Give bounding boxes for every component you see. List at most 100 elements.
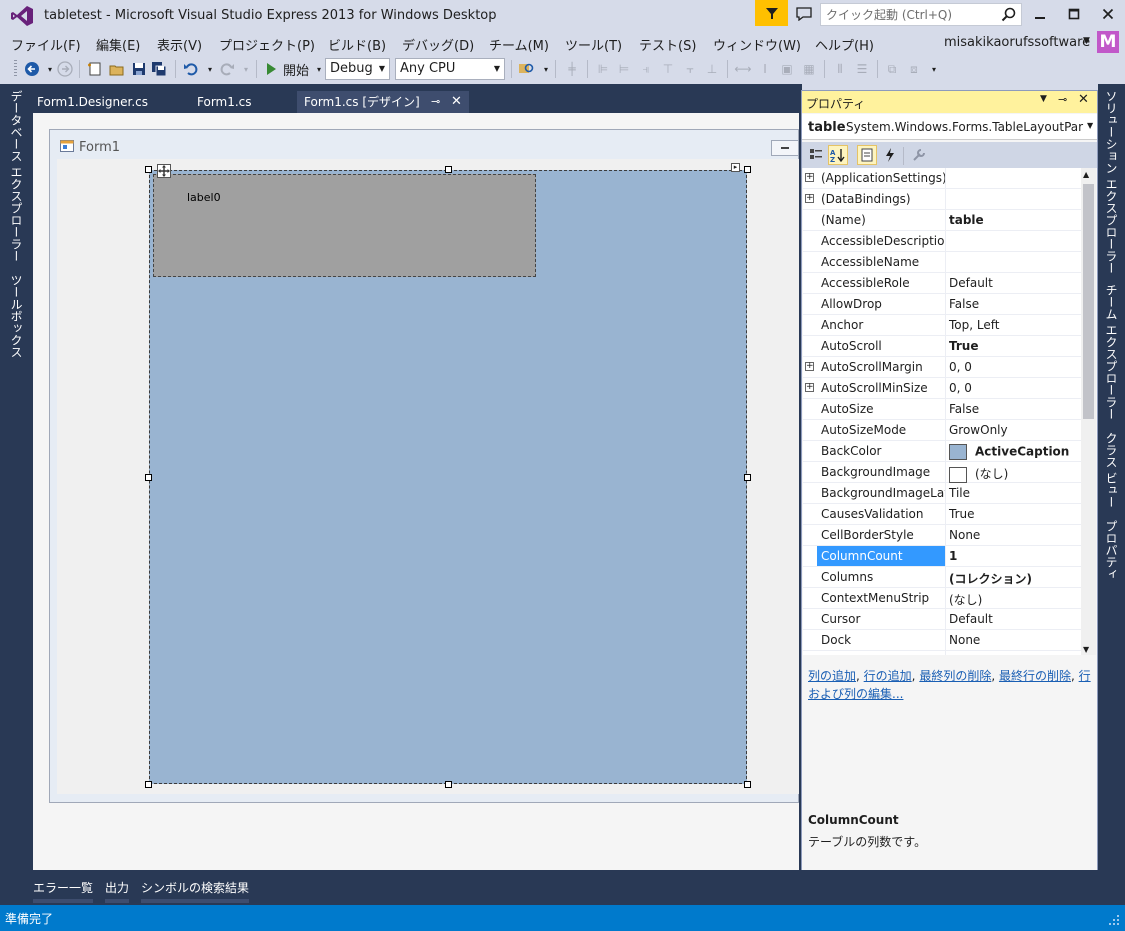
redo-icon[interactable] bbox=[218, 60, 236, 78]
resize-handle[interactable] bbox=[145, 474, 152, 481]
property-value[interactable]: False bbox=[949, 297, 979, 311]
undo-icon[interactable] bbox=[182, 60, 200, 78]
maximize-button[interactable] bbox=[1057, 0, 1091, 28]
property-name[interactable]: AccessibleDescription bbox=[821, 234, 945, 248]
property-value[interactable]: Tile bbox=[949, 486, 970, 500]
property-row[interactable]: AutoSizeMode GrowOnly bbox=[803, 420, 1081, 441]
tab-database-explorer[interactable]: データベース エクスプローラー bbox=[8, 90, 25, 262]
property-name[interactable]: AutoSizeMode bbox=[821, 423, 945, 437]
resize-handle[interactable] bbox=[445, 781, 452, 788]
menu-edit[interactable]: 編集(E) bbox=[96, 35, 140, 54]
property-row[interactable]: ColumnCount 1 bbox=[803, 546, 1081, 567]
property-value[interactable]: GrowOnly bbox=[949, 423, 1008, 437]
property-name[interactable]: CausesValidation bbox=[821, 507, 945, 521]
make-same-width-icon[interactable]: ⟷ bbox=[734, 60, 752, 78]
label-control[interactable]: label0 bbox=[187, 191, 221, 204]
property-name[interactable]: AutoScrollMinSize bbox=[821, 381, 945, 395]
align-lefts-icon[interactable]: ⊫ bbox=[594, 60, 612, 78]
send-to-back-icon[interactable]: ⧈ bbox=[905, 60, 923, 78]
size-to-grid-icon[interactable]: ▦ bbox=[800, 60, 818, 78]
menu-view[interactable]: 表示(V) bbox=[157, 35, 202, 54]
chevron-down-icon[interactable]: ▼ bbox=[1040, 94, 1047, 104]
property-name[interactable]: (ApplicationSettings) bbox=[821, 171, 945, 185]
save-all-icon[interactable] bbox=[150, 60, 168, 78]
tab-class-view[interactable]: クラス ビュー bbox=[1103, 432, 1120, 508]
property-row[interactable]: Cursor Default bbox=[803, 609, 1081, 630]
align-bottoms-icon[interactable]: ⊥ bbox=[703, 60, 721, 78]
property-row[interactable]: + AutoScrollMinSize 0, 0 bbox=[803, 378, 1081, 399]
categorized-icon[interactable] bbox=[806, 145, 826, 165]
resize-handle[interactable] bbox=[744, 474, 751, 481]
make-same-height-icon[interactable]: I bbox=[756, 60, 774, 78]
navigate-back-icon[interactable] bbox=[23, 60, 41, 78]
property-value[interactable]: ActiveCaption bbox=[949, 444, 1069, 460]
property-row[interactable]: Enabled True bbox=[803, 651, 1081, 655]
property-row[interactable]: AccessibleRole Default bbox=[803, 273, 1081, 294]
toolbar-overflow-icon[interactable]: ▾ bbox=[925, 60, 943, 78]
notifications-button[interactable] bbox=[755, 0, 788, 26]
scroll-up-icon[interactable]: ▲ bbox=[1083, 170, 1089, 179]
property-value[interactable]: 0, 0 bbox=[949, 360, 972, 374]
property-value[interactable]: (コレクション) bbox=[949, 570, 1032, 587]
property-row[interactable]: + (DataBindings) bbox=[803, 189, 1081, 210]
property-value[interactable]: (なし) bbox=[949, 465, 1008, 483]
property-row[interactable]: Columns (コレクション) bbox=[803, 567, 1081, 588]
property-name[interactable]: Cursor bbox=[821, 612, 945, 626]
add-column-link[interactable]: 列の追加 bbox=[808, 669, 856, 683]
minimize-button[interactable] bbox=[1023, 0, 1057, 28]
tab-toolbox[interactable]: ツールボックス bbox=[8, 274, 25, 358]
property-value[interactable]: Top, Left bbox=[949, 318, 999, 332]
smart-tag-icon[interactable]: ▸ bbox=[731, 163, 740, 172]
property-row[interactable]: AutoScroll True bbox=[803, 336, 1081, 357]
remove-last-row-link[interactable]: 最終行の削除 bbox=[999, 669, 1071, 683]
property-name[interactable]: CellBorderStyle bbox=[821, 528, 945, 542]
menu-test[interactable]: テスト(S) bbox=[639, 35, 696, 54]
property-name[interactable]: Columns bbox=[821, 570, 945, 584]
form-minimize-button[interactable] bbox=[771, 140, 799, 156]
align-to-grid-icon[interactable]: ╪ bbox=[563, 60, 581, 78]
quick-launch-box[interactable] bbox=[820, 3, 1022, 26]
property-row[interactable]: (Name) table bbox=[803, 210, 1081, 231]
property-row[interactable]: BackgroundImage (なし) bbox=[803, 462, 1081, 483]
close-window-button[interactable] bbox=[1091, 0, 1125, 28]
property-value[interactable]: 1 bbox=[949, 549, 957, 563]
property-name[interactable]: AccessibleName bbox=[821, 255, 945, 269]
property-row[interactable]: Anchor Top, Left bbox=[803, 315, 1081, 336]
property-value[interactable]: None bbox=[949, 633, 980, 647]
expand-icon[interactable]: + bbox=[805, 194, 814, 203]
property-value[interactable]: Default bbox=[949, 612, 993, 626]
property-row[interactable]: AllowDrop False bbox=[803, 294, 1081, 315]
start-button[interactable]: 開始 bbox=[283, 60, 309, 79]
property-row[interactable]: AccessibleName bbox=[803, 252, 1081, 273]
tab-solution-explorer[interactable]: ソリューション エクスプローラー bbox=[1103, 90, 1120, 274]
vertical-spacing-icon[interactable]: ☰ bbox=[853, 60, 871, 78]
start-play-icon[interactable] bbox=[262, 60, 280, 78]
property-pages-wrench-icon[interactable] bbox=[909, 145, 929, 165]
add-row-link[interactable]: 行の追加 bbox=[864, 669, 912, 683]
property-name[interactable]: AutoScroll bbox=[821, 339, 945, 353]
property-name[interactable]: BackgroundImage bbox=[821, 465, 945, 479]
platform-select[interactable]: Any CPU ▼ bbox=[395, 58, 505, 80]
property-value[interactable]: True bbox=[949, 654, 975, 655]
menu-build[interactable]: ビルド(B) bbox=[328, 35, 386, 54]
search-icon[interactable] bbox=[1000, 6, 1018, 24]
property-name[interactable]: ColumnCount bbox=[821, 549, 945, 563]
new-project-icon[interactable] bbox=[86, 60, 104, 78]
property-name[interactable]: Dock bbox=[821, 633, 945, 647]
tab-properties[interactable]: プロパティ bbox=[1103, 520, 1120, 580]
property-name[interactable]: BackgroundImageLayout bbox=[821, 486, 945, 500]
menu-file[interactable]: ファイル(F) bbox=[11, 35, 81, 54]
scroll-down-icon[interactable]: ▼ bbox=[1083, 645, 1089, 654]
toolbar-overflow-icon[interactable]: ▾ bbox=[537, 60, 555, 78]
avatar[interactable]: M bbox=[1097, 31, 1119, 53]
property-row[interactable]: + AutoScrollMargin 0, 0 bbox=[803, 357, 1081, 378]
align-tops-icon[interactable]: ⊤ bbox=[659, 60, 677, 78]
property-row[interactable]: AccessibleDescription bbox=[803, 231, 1081, 252]
align-centers-icon[interactable]: ⊨ bbox=[615, 60, 633, 78]
toolbar-grip[interactable] bbox=[14, 60, 17, 78]
close-icon[interactable]: ✕ bbox=[451, 91, 462, 113]
resize-grip-icon[interactable] bbox=[1108, 914, 1120, 926]
menu-window[interactable]: ウィンドウ(W) bbox=[713, 35, 801, 54]
property-name[interactable]: AccessibleRole bbox=[821, 276, 945, 290]
menu-debug[interactable]: デバッグ(D) bbox=[402, 35, 474, 54]
